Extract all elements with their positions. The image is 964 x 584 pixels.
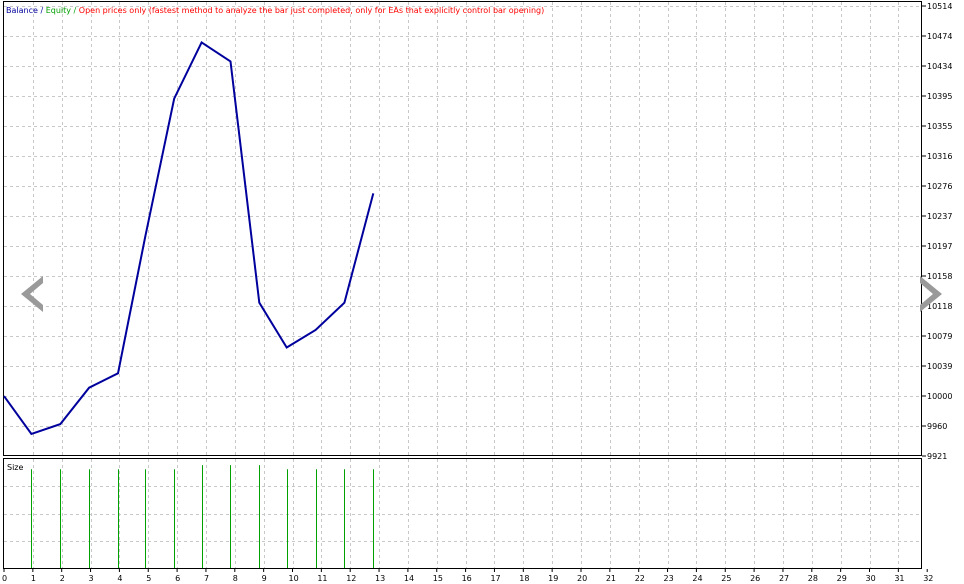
x-tick-label: 31 xyxy=(894,574,904,583)
chart-canvas: 1051410474104341039510355103161027610237… xyxy=(2,1,952,583)
x-axis-ticks: 0 1 2 3 4 5 6 7 8 9 10 11 12 13 14 15 16 17 18 19 20 21 22 23 24… xyxy=(2,569,933,583)
x-tick-label: 30 xyxy=(866,574,876,583)
x-tick-label: 22 xyxy=(635,574,645,583)
x-tick-label: 29 xyxy=(837,574,847,583)
x-tick-label: 0 xyxy=(2,574,7,583)
size-panel-label: Size xyxy=(7,463,24,472)
y-tick-label: 10118 xyxy=(927,302,952,311)
x-tick-label: 10 xyxy=(289,574,299,583)
y-tick-label: 10197 xyxy=(927,242,952,251)
x-tick-label: 24 xyxy=(692,574,702,583)
legend-separator: / xyxy=(38,6,46,15)
y-tick-label: 10474 xyxy=(927,32,952,41)
x-tick-label: 13 xyxy=(375,574,385,583)
y-tick-label: 10000 xyxy=(927,392,952,401)
x-tick-label: 27 xyxy=(779,574,789,583)
y-tick-label: 10079 xyxy=(927,332,952,341)
chart-header: Balance / Equity / Open prices only (fas… xyxy=(6,6,544,15)
x-tick-label: 6 xyxy=(175,574,180,583)
x-tick-label: 19 xyxy=(548,574,558,583)
y-tick-label: 10039 xyxy=(927,362,952,371)
x-tick-label: 21 xyxy=(606,574,616,583)
x-tick-label: 7 xyxy=(204,574,209,583)
x-tick-label: 15 xyxy=(433,574,443,583)
x-tick-label: 25 xyxy=(721,574,731,583)
x-tick-label: 23 xyxy=(664,574,674,583)
x-tick-label: 12 xyxy=(346,574,356,583)
x-tick-label: 11 xyxy=(317,574,327,583)
x-tick-label: 26 xyxy=(750,574,760,583)
x-tick-label: 3 xyxy=(89,574,94,583)
y-tick-label: 10276 xyxy=(927,182,952,191)
equity-legend: Equity xyxy=(46,6,72,15)
y-axis-ticks: 10514 10474 10434 10395 10355 10316 10276 10237… xyxy=(922,2,952,461)
y-tick-label: 10434 xyxy=(927,62,952,71)
y-tick-label: 9960 xyxy=(927,422,947,431)
x-tick-label: 16 xyxy=(462,574,472,583)
x-tick-label: 17 xyxy=(490,574,500,583)
y-tick-label: 10158 xyxy=(927,272,952,281)
y-tick-label: 10395 xyxy=(927,92,952,101)
x-tick-label: 20 xyxy=(577,574,587,583)
y-tick-label: 10355 xyxy=(927,122,952,131)
testing-mode-text: Open prices only (fastest method to anal… xyxy=(79,6,544,15)
x-tick-label: 2 xyxy=(60,574,65,583)
x-tick-label: 9 xyxy=(262,574,267,583)
y-tick-label: 10514 xyxy=(927,2,952,11)
y-tick-label: 10237 xyxy=(927,212,952,221)
y-tick-label: 10316 xyxy=(927,152,952,161)
x-tick-label: 4 xyxy=(117,574,122,583)
x-tick-label: 18 xyxy=(519,574,529,583)
x-tick-label: 32 xyxy=(923,574,933,583)
x-tick-label: 28 xyxy=(808,574,818,583)
x-tick-label: 8 xyxy=(233,574,238,583)
legend-separator: / xyxy=(71,6,79,15)
y-tick-label: 9921 xyxy=(927,452,947,461)
x-tick-label: 1 xyxy=(31,574,36,583)
balance-legend: Balance xyxy=(6,6,38,15)
x-tick-label: 5 xyxy=(146,574,151,583)
x-tick-label: 14 xyxy=(404,574,414,583)
